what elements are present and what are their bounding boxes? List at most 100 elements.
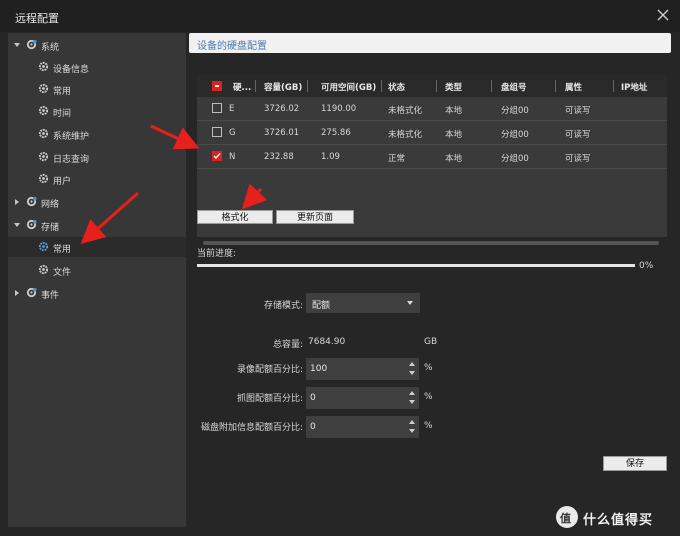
gear-group-icon [26,39,37,50]
capture-quota-label: 抓图配额百分比: [236,394,303,404]
watermark-text: 什么值得买 [583,513,654,528]
capture-quota-stepper[interactable]: 0 [306,387,419,409]
sidebar-tree: 系统 设备信息 常用 时间 系统维护 日志查询 用户 网络 存储 常用 文件 事… [8,33,186,527]
chevron-down-icon[interactable] [14,223,20,227]
sidebar-item-label: 时间 [53,109,72,119]
column-header[interactable]: 属性 [565,81,582,93]
disk-name: G [229,128,236,138]
close-icon[interactable] [656,8,670,22]
column-header[interactable]: 硬... [233,81,251,93]
sidebar-item-label: 网络 [41,200,60,210]
disk-free: 1190.00 [321,104,357,114]
sidebar-item-storage-general[interactable]: 常用 [8,237,186,257]
gear-group-icon [26,219,37,230]
checkmark-icon [213,153,221,160]
gear-icon [38,241,49,252]
spin-up-icon[interactable] [409,420,415,424]
chevron-right-icon[interactable] [15,199,19,205]
storage-mode-select[interactable]: 配额 [306,293,420,313]
main-content: 设备的硬盘配置 硬... 容量(GB) 可用空间(GB) 状态 类型 盘组号 属… [187,33,680,536]
column-divider [491,80,492,92]
gear-icon [38,128,49,139]
table-row[interactable]: N 232.88 1.09 正常 本地 分组00 可读写 [197,145,667,169]
table-row[interactable]: E 3726.02 1190.00 未格式化 本地 分组00 可读写 [197,97,667,121]
sidebar-item-system[interactable]: 系统 [8,35,186,55]
spin-down-icon[interactable] [409,400,415,404]
window-titlebar: 远程配置 [0,0,680,32]
extra-info-quota-stepper[interactable]: 0 [306,416,419,438]
sidebar-item-storage[interactable]: 存储 [8,215,186,235]
chevron-down-icon[interactable] [14,43,20,47]
sidebar-item-user[interactable]: 用户 [8,169,186,189]
gear-icon [38,151,49,162]
gear-icon [38,173,49,184]
section-title-bar: 设备的硬盘配置 [189,33,671,53]
column-header[interactable]: 可用空间(GB) [321,81,376,93]
sidebar-item-device-info[interactable]: 设备信息 [8,57,186,77]
watermark: 值 什么值得买 [556,506,676,530]
sidebar-item-time[interactable]: 时间 [8,101,186,121]
horizontal-scrollbar[interactable] [203,241,659,245]
disk-attr: 可读写 [565,106,591,116]
save-button[interactable]: 保存 [603,456,667,471]
sidebar-item-event[interactable]: 事件 [8,283,186,303]
percent-unit: % [424,392,433,402]
disk-group: 分组00 [501,154,529,164]
disk-capacity: 232.88 [264,152,294,162]
record-quota-label: 录像配额百分比: [236,365,303,375]
column-header[interactable]: 状态 [388,81,405,93]
sidebar-item-label: 日志查询 [53,155,90,165]
spin-up-icon[interactable] [409,391,415,395]
spin-up-icon[interactable] [409,362,415,366]
sidebar-item-network[interactable]: 网络 [8,192,186,212]
sidebar-item-label: 系统维护 [53,132,90,142]
percent-unit: % [424,363,433,373]
sidebar-item-maintenance[interactable]: 系统维护 [8,124,186,144]
column-header[interactable]: IP地址 [621,81,647,93]
disk-capacity: 3726.01 [264,128,300,138]
window-title: 远程配置 [15,12,59,25]
storage-mode-label: 存储模式: [263,301,303,311]
table-row[interactable]: G 3726.01 275.86 未格式化 本地 分组00 可读写 [197,121,667,145]
disk-attr: 可读写 [565,154,591,164]
gear-icon [38,61,49,72]
gear-group-icon [26,196,37,207]
disk-name: E [229,104,235,114]
disk-capacity: 3726.02 [264,104,300,114]
gear-group-icon [26,287,37,298]
row-checkbox[interactable] [212,103,222,113]
column-divider [555,80,556,92]
gear-icon [38,105,49,116]
sidebar-item-file[interactable]: 文件 [8,260,186,280]
refresh-button[interactable]: 更新页面 [276,210,354,224]
column-header[interactable]: 类型 [445,81,462,93]
disk-type: 本地 [445,106,463,116]
percent-unit: % [424,421,433,431]
sidebar-item-log-query[interactable]: 日志查询 [8,147,186,167]
sidebar-item-general[interactable]: 常用 [8,79,186,99]
table-header: 硬... 容量(GB) 可用空间(GB) 状态 类型 盘组号 属性 IP地址 [197,75,667,97]
spin-down-icon[interactable] [409,371,415,375]
sidebar-item-label: 文件 [53,268,72,278]
spin-down-icon[interactable] [409,429,415,433]
column-divider [613,80,614,92]
record-quota-stepper[interactable]: 100 [306,358,419,380]
disk-status: 正常 [388,154,406,164]
disk-status: 未格式化 [388,130,423,140]
select-all-checkbox[interactable] [212,81,222,91]
row-checkbox[interactable] [212,127,222,137]
column-divider [255,80,256,92]
progress-percent: 0% [639,261,654,271]
format-button[interactable]: 格式化 [197,210,273,224]
gear-icon [38,83,49,94]
disk-type: 本地 [445,130,463,140]
sidebar-item-label: 常用 [53,245,72,255]
column-header[interactable]: 容量(GB) [264,81,302,93]
column-header[interactable]: 盘组号 [501,81,527,93]
sidebar-item-label: 设备信息 [53,65,90,75]
row-checkbox-checked[interactable] [212,151,222,161]
disk-name: N [229,152,236,162]
chevron-right-icon[interactable] [15,290,19,296]
sidebar-item-label: 用户 [53,177,72,187]
column-divider [381,80,382,92]
